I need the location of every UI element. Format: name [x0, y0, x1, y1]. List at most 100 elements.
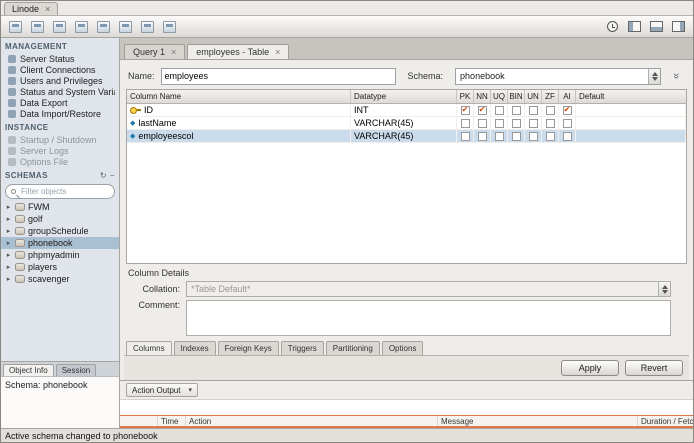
output-header-duration-fetch: Duration / Fetch [641, 416, 693, 426]
tab-close-icon[interactable]: × [171, 47, 176, 57]
create-routine-button[interactable] [138, 18, 157, 36]
create-table-button[interactable] [94, 18, 113, 36]
status-clock-button[interactable] [603, 18, 622, 36]
new-connection-button[interactable] [28, 18, 47, 36]
schema-filter-input[interactable] [19, 186, 99, 197]
expander-icon[interactable]: ▸ [5, 203, 12, 211]
toggle-sidebar-button[interactable] [625, 18, 644, 36]
expander-icon[interactable]: ▸ [5, 215, 12, 223]
open-script-button[interactable] [50, 18, 69, 36]
sidebar-item-options-file[interactable]: Options File [1, 156, 119, 167]
tab-options[interactable]: Options [381, 341, 424, 355]
schema-item-groupschedule[interactable]: ▸ groupSchedule [1, 225, 119, 237]
toggle-secondary-sidebar-icon [672, 21, 685, 32]
unchecked-checkbox[interactable] [477, 131, 487, 141]
column-icon: ◆ [130, 133, 136, 140]
grid-header-zf: ZF [542, 90, 559, 103]
tab-columns[interactable]: Columns [126, 341, 172, 355]
connection-tab-close-icon[interactable]: × [45, 4, 50, 14]
column-row-id[interactable]: ID INT ✔ ✔ ✔ [127, 104, 686, 117]
sidebar-item-users-and-privileges[interactable]: Users and Privileges [1, 75, 119, 86]
collapse-schemas-icon[interactable]: − [110, 171, 115, 180]
column-name-cell: ◆ employeescol [127, 130, 351, 142]
checked-checkbox[interactable]: ✔ [460, 105, 470, 115]
unchecked-checkbox[interactable] [494, 105, 504, 115]
unchecked-checkbox[interactable] [545, 118, 555, 128]
expander-icon[interactable]: ▸ [5, 263, 12, 271]
sidebar-item-server-status[interactable]: Server Status [1, 53, 119, 64]
output-toolbar: Action Output ▾ [120, 381, 693, 399]
tab-object-info[interactable]: Object Info [3, 364, 54, 376]
expander-icon[interactable]: ▸ [5, 275, 12, 283]
schema-item-fwm[interactable]: ▸ FWM [1, 201, 119, 213]
expander-icon[interactable]: ▸ [5, 251, 12, 259]
new-query-tab-button[interactable] [6, 18, 25, 36]
unchecked-checkbox[interactable] [528, 131, 538, 141]
unchecked-checkbox[interactable] [460, 118, 470, 128]
sidebar-item-startup-shutdown[interactable]: Startup / Shutdown [1, 134, 119, 145]
unchecked-checkbox[interactable] [545, 131, 555, 141]
tab-indexes[interactable]: Indexes [173, 341, 216, 355]
collapse-editor-button[interactable]: » [667, 68, 685, 85]
search-objects-button[interactable] [160, 18, 179, 36]
unchecked-checkbox[interactable] [511, 118, 521, 128]
sidebar-item-data-export[interactable]: Data Export [1, 97, 119, 108]
unchecked-checkbox[interactable] [545, 105, 555, 115]
sidebar-item-client-connections[interactable]: Client Connections [1, 64, 119, 75]
unchecked-checkbox[interactable] [528, 105, 538, 115]
comment-textarea[interactable] [186, 300, 671, 336]
collation-select[interactable]: *Table Default* [186, 281, 671, 297]
unchecked-checkbox[interactable] [460, 131, 470, 141]
schema-item-phpmyadmin[interactable]: ▸ phpmyadmin [1, 249, 119, 261]
sidebar-item-data-import-restore[interactable]: Data Import/Restore [1, 108, 119, 119]
apply-button[interactable]: Apply [561, 360, 619, 376]
instance-list: Startup / Shutdown Server Logs Options Fil… [1, 134, 119, 167]
unchecked-checkbox[interactable] [528, 118, 538, 128]
tab-close-icon[interactable]: × [275, 47, 280, 57]
unchecked-checkbox[interactable] [477, 118, 487, 128]
unchecked-checkbox[interactable] [562, 118, 572, 128]
tab-foreign-keys[interactable]: Foreign Keys [217, 341, 279, 355]
toggle-secondary-sidebar-button[interactable] [669, 18, 688, 36]
tab-session[interactable]: Session [55, 364, 97, 376]
sidebar-item-server-logs[interactable]: Server Logs [1, 145, 119, 156]
table-name-input[interactable] [160, 67, 396, 85]
schema-label: players [28, 262, 58, 272]
revert-button[interactable]: Revert [625, 360, 683, 376]
info-tabs: Object Info Session [1, 361, 119, 376]
sidebar-item-status-and-system-variables[interactable]: Status and System Variables [1, 86, 119, 97]
schema-icon [15, 263, 25, 271]
schema-item-players[interactable]: ▸ players [1, 261, 119, 273]
main-panel: Query 1 × employees - Table × Name: Schema:… [120, 38, 693, 428]
unchecked-checkbox[interactable] [494, 131, 504, 141]
toggle-output-button[interactable] [647, 18, 666, 36]
tab-triggers[interactable]: Triggers [280, 341, 324, 355]
tab-query-1[interactable]: Query 1 × [124, 44, 186, 59]
stepper-icon[interactable] [658, 282, 670, 296]
output-type-select[interactable]: Action Output ▾ [126, 383, 198, 397]
status-message: Active schema changed to phonebook [5, 430, 158, 441]
unchecked-checkbox[interactable] [511, 105, 521, 115]
tab-employees-table[interactable]: employees - Table × [187, 44, 290, 59]
schema-item-golf[interactable]: ▸ golf [1, 213, 119, 225]
checked-checkbox[interactable]: ✔ [562, 105, 572, 115]
schema-item-scavenger[interactable]: ▸ scavenger [1, 273, 119, 285]
expander-icon[interactable]: ▸ [5, 239, 12, 247]
schema-select[interactable]: phonebook [455, 67, 661, 85]
schema-filter[interactable] [5, 184, 115, 199]
create-schema-button[interactable] [72, 18, 91, 36]
connection-tab[interactable]: Linode × [4, 2, 59, 15]
checked-checkbox[interactable]: ✔ [477, 105, 487, 115]
stepper-icon[interactable] [648, 68, 660, 84]
tab-partitioning[interactable]: Partitioning [325, 341, 380, 355]
unchecked-checkbox[interactable] [562, 131, 572, 141]
expander-icon[interactable]: ▸ [5, 227, 12, 235]
create-view-button[interactable] [116, 18, 135, 36]
column-row-employeescol[interactable]: ◆ employeescol VARCHAR(45) [127, 130, 686, 143]
schema-item-phonebook[interactable]: ▸ phonebook [1, 237, 119, 249]
unchecked-checkbox[interactable] [494, 118, 504, 128]
refresh-schemas-icon[interactable]: ↻ [100, 171, 107, 180]
unchecked-checkbox[interactable] [511, 131, 521, 141]
schema-icon [15, 239, 25, 247]
column-row-lastname[interactable]: ◆ lastName VARCHAR(45) [127, 117, 686, 130]
